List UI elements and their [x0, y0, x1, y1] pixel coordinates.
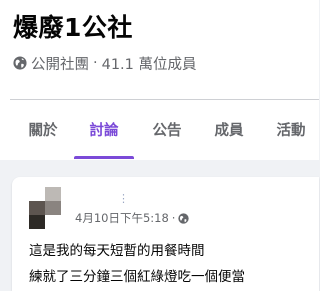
- post-line: 練就了三分鐘三個紅綠燈吃一個便當: [29, 269, 245, 285]
- group-privacy: 公開社團: [31, 56, 89, 73]
- globe-icon: [13, 56, 27, 70]
- tab-events-label: 活動: [276, 123, 306, 139]
- timestamp-separator: ·: [171, 211, 176, 225]
- tab-announcements[interactable]: 公告: [141, 100, 193, 159]
- tab-members-label: 成員: [214, 123, 244, 139]
- group-title[interactable]: 爆廢1公社: [13, 10, 133, 46]
- tab-discussion[interactable]: 討論: [74, 100, 134, 159]
- tab-about[interactable]: 關於: [18, 100, 68, 159]
- meta-separator: ·: [93, 55, 98, 71]
- tab-members[interactable]: 成員: [203, 100, 255, 159]
- avatar[interactable]: [29, 187, 61, 229]
- tab-about-label: 關於: [28, 123, 58, 139]
- active-tab-indicator: [74, 156, 134, 159]
- globe-icon: [178, 212, 190, 224]
- post-body: 這是我的每天短暫的用餐時間 練就了三分鐘三個紅綠燈吃一個便當: [29, 238, 314, 290]
- post-timestamp-text: 4月10日下午5:18: [75, 211, 169, 225]
- post-line: 這是我的每天短暫的用餐時間: [29, 243, 205, 259]
- author-name-placeholder: ⋮: [118, 192, 129, 205]
- post-timestamp[interactable]: 4月10日下午5:18 ·: [75, 209, 190, 227]
- tab-discussion-label: 討論: [89, 123, 119, 139]
- post-card: ⋮ 4月10日下午5:18 · 這是我的每天短暫的用餐時間 練就了三分鐘三個紅綠…: [12, 177, 319, 291]
- group-meta: 公開社團 · 41.1 萬位成員: [13, 53, 197, 73]
- group-header: 爆廢1公社 公開社團 · 41.1 萬位成員 關於 討論 公告 成員 活動: [0, 0, 319, 160]
- tab-events[interactable]: 活動: [266, 100, 316, 159]
- group-member-count[interactable]: 41.1 萬位成員: [102, 53, 197, 74]
- tab-announcements-label: 公告: [152, 123, 182, 139]
- group-tabs: 關於 討論 公告 成員 活動: [0, 100, 319, 159]
